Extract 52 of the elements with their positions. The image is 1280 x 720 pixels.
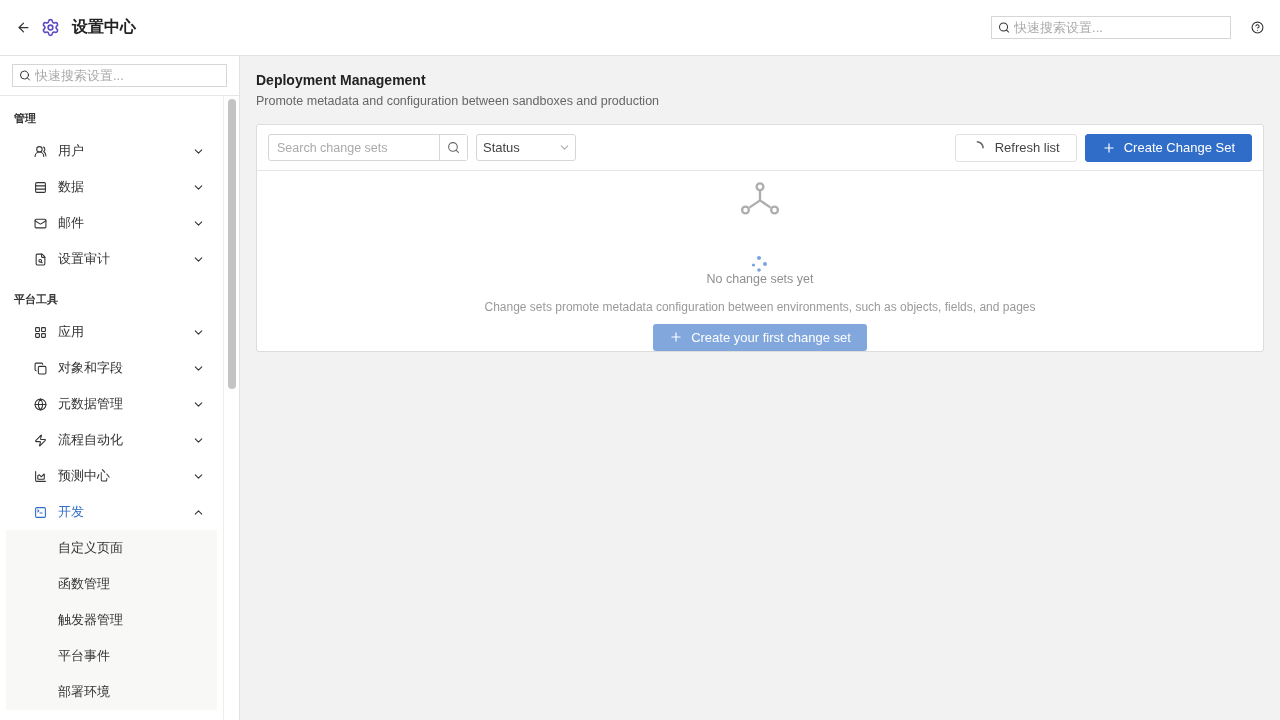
sidebar-item[interactable]: 元数据管理 <box>6 386 217 422</box>
sidebar-item[interactable]: 设置审计 <box>6 241 217 277</box>
submenu-item[interactable]: 触发器管理 <box>6 602 217 638</box>
settings-icon <box>41 18 60 37</box>
sidebar-item[interactable]: 用户 <box>6 133 217 169</box>
sidebar-search-field[interactable]: 快速搜索设置... <box>34 68 220 83</box>
sidebar-search-box[interactable]: 快速搜索设置... <box>12 64 227 87</box>
sidebar-item[interactable]: 应用 <box>6 314 217 350</box>
create-change-set-button[interactable]: Create Change Set <box>1084 133 1252 162</box>
menu-icon <box>34 180 47 194</box>
sidebar-item[interactable]: 流程自动化 <box>6 422 217 458</box>
search-button[interactable] <box>439 135 467 160</box>
header-search-box[interactable]: 快速搜索设置... <box>991 16 1231 39</box>
menu-icon <box>34 144 47 158</box>
menu-icon <box>34 397 47 411</box>
empty-state-title: No change sets yet <box>706 271 814 286</box>
plus-icon <box>669 330 684 345</box>
plus-icon <box>1101 140 1116 155</box>
status-dropdown[interactable]: Status <box>476 134 576 161</box>
scrollbar-thumb[interactable] <box>228 99 236 389</box>
sidebar-item[interactable]: 邮件 <box>6 205 217 241</box>
sidebar-item[interactable]: 开发 <box>6 494 217 530</box>
section-title: 平台工具 <box>13 292 59 307</box>
submenu-item[interactable]: 自定义页面 <box>6 530 217 566</box>
refresh-button[interactable]: Refresh list <box>954 133 1077 162</box>
page-title: 设置中心 <box>72 17 137 37</box>
submenu-item[interactable]: 平台事件 <box>6 638 217 674</box>
menu-icon <box>34 361 47 375</box>
sidebar-item[interactable]: 预测中心 <box>6 458 217 494</box>
section-heading: Deployment Management <box>256 72 427 88</box>
sidebar-item[interactable]: 数据 <box>6 169 217 205</box>
search-icon <box>19 69 31 82</box>
help-icon[interactable] <box>1251 21 1264 34</box>
search-icon <box>447 141 460 154</box>
sidebar-item[interactable]: 对象和字段 <box>6 350 217 386</box>
search-icon <box>998 21 1011 34</box>
section-title: 管理 <box>13 111 37 126</box>
menu-icon <box>34 505 47 519</box>
menu-icon <box>34 216 47 230</box>
menu-icon <box>34 252 47 266</box>
submenu-item[interactable]: 部署环境 <box>6 674 217 710</box>
header-search-field[interactable]: 快速搜索设置... <box>1014 20 1224 35</box>
change-set-search-box[interactable]: Search change sets <box>268 134 468 161</box>
menu-icon <box>34 469 47 483</box>
submenu-item[interactable]: 函数管理 <box>6 566 217 602</box>
change-set-search-field[interactable]: Search change sets <box>269 135 439 160</box>
menu-icon <box>34 433 47 447</box>
spinner-icon <box>975 140 984 149</box>
section-description: Promote metadata and configuration between sandboxes and production <box>256 94 661 108</box>
network-icon <box>740 181 780 216</box>
menu-icon <box>34 325 47 339</box>
empty-state-description: Change sets promote metadata configuration between environments, such as objects, fields, and pages <box>484 299 1036 314</box>
